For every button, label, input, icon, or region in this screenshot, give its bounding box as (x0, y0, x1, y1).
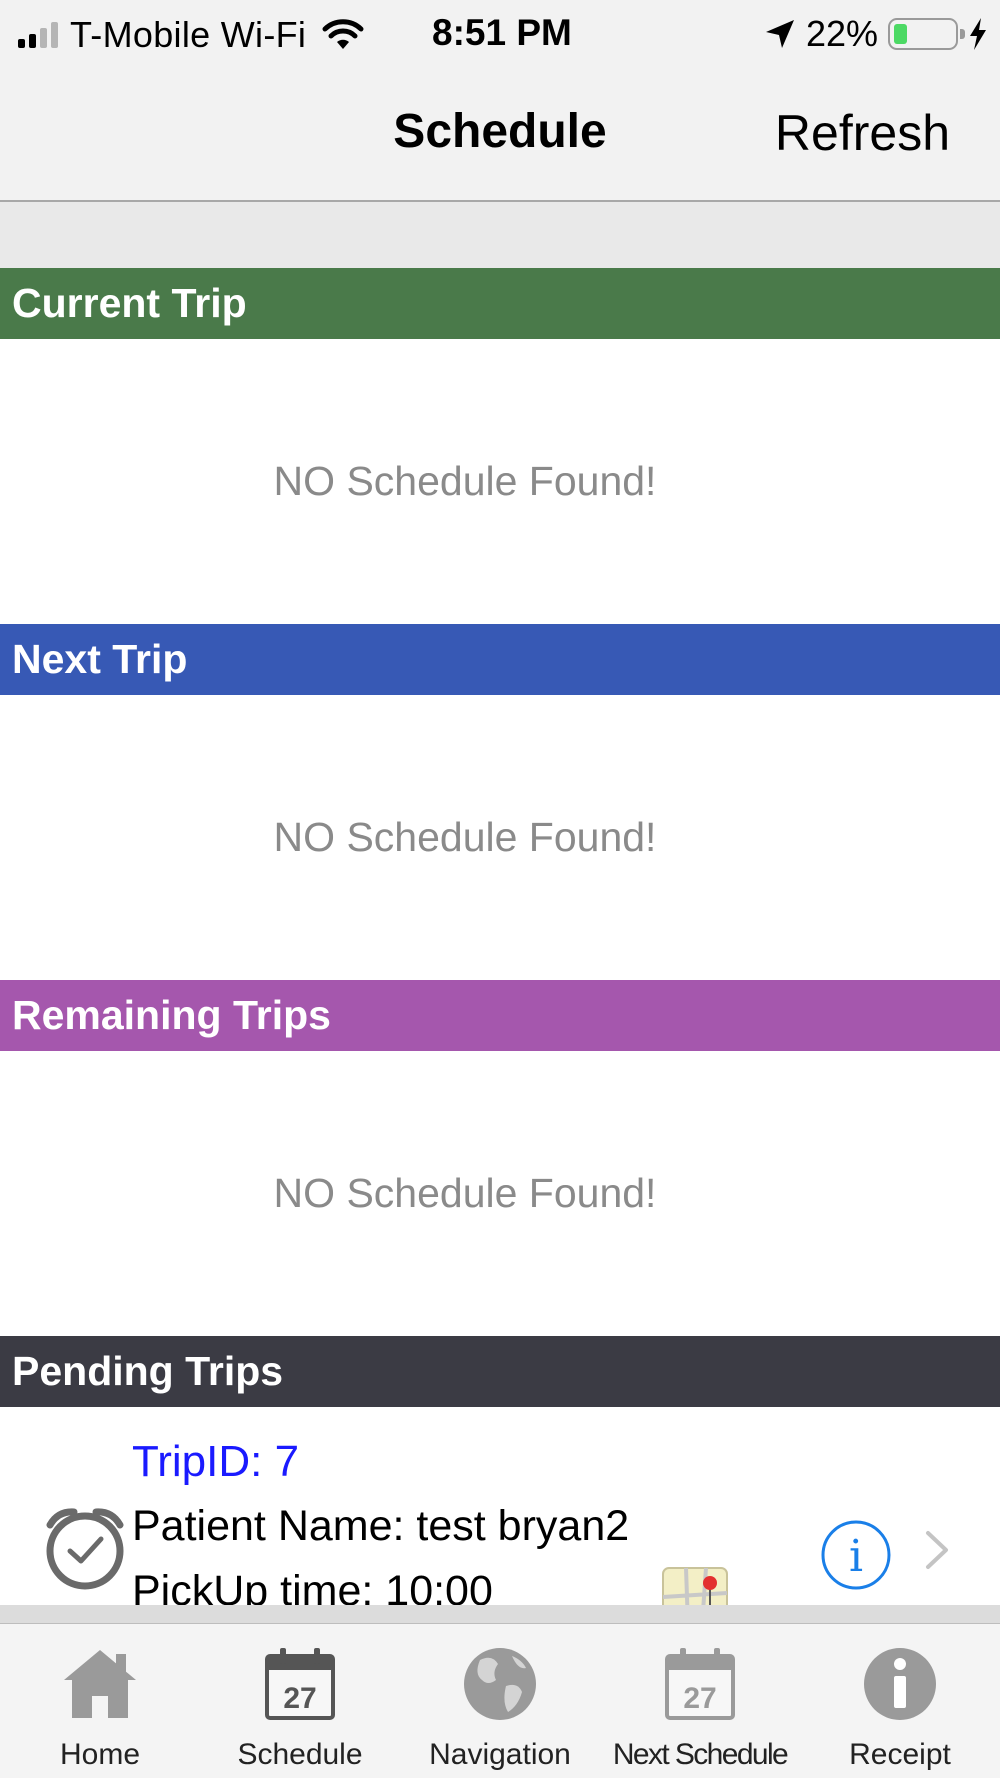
status-left: T-Mobile Wi-Fi (18, 14, 364, 56)
next-trip-header: Next Trip (0, 624, 1000, 695)
refresh-button[interactable]: Refresh (775, 104, 950, 162)
home-icon (64, 1650, 136, 1718)
pending-trip-row[interactable]: TripID: 7 Patient Name: test bryan2 Pick… (0, 1407, 1000, 1605)
calendar-day-number: 27 (283, 1682, 316, 1715)
tab-bar: Home 27 Schedule Navigation 27 Next Sche… (0, 1623, 1000, 1778)
trip-info-button[interactable]: i (820, 1519, 892, 1591)
calendar-icon: 27 (265, 1648, 335, 1720)
svg-text:i: i (849, 1531, 863, 1582)
alarm-clock-icon (46, 1508, 124, 1590)
tab-label-receipt: Receipt (849, 1738, 951, 1771)
battery-percent: 22% (805, 13, 878, 54)
tab-navigation[interactable]: Navigation (400, 1624, 600, 1779)
location-arrow-icon (765, 20, 794, 48)
next-trip-empty-message: NO Schedule Found! (273, 814, 657, 860)
info-icon (864, 1648, 936, 1720)
status-bar: T-Mobile Wi-Fi 8:51 PM 22% (0, 0, 1000, 70)
tab-home[interactable]: Home (0, 1624, 200, 1779)
patient-name: Patient Name: test bryan2 (132, 1502, 630, 1550)
remaining-trips-header: Remaining Trips (0, 980, 1000, 1051)
pending-trips-header: Pending Trips (0, 1336, 1000, 1407)
map-pin-icon[interactable] (662, 1567, 728, 1605)
tab-next-schedule[interactable]: 27 Next Schedule (600, 1624, 800, 1779)
carrier-name: T-Mobile Wi-Fi (70, 14, 307, 55)
trip-id: TripID: 7 (132, 1437, 300, 1486)
cellular-signal-icon (18, 22, 58, 48)
battery-level-fill (894, 24, 907, 44)
list-bottom-divider (0, 1605, 1000, 1623)
charging-bolt-icon (970, 18, 986, 50)
tab-label-next-schedule: Next Schedule (612, 1738, 789, 1771)
tab-label-schedule: Schedule (237, 1738, 363, 1771)
chevron-right-icon[interactable] (924, 1529, 950, 1571)
header-spacer (0, 202, 1000, 268)
calendar-icon: 27 (665, 1648, 735, 1720)
tab-receipt[interactable]: Receipt (800, 1624, 1000, 1779)
pickup-time: PickUp time: 10:00 (132, 1567, 493, 1605)
globe-icon (464, 1648, 536, 1720)
remaining-trips-empty-message: NO Schedule Found! (273, 1170, 657, 1216)
status-time: 8:51 PM (432, 12, 572, 53)
battery-icon (888, 18, 965, 50)
tab-schedule[interactable]: 27 Schedule (200, 1624, 400, 1779)
wifi-icon (322, 19, 364, 49)
current-trip-header: Current Trip (0, 268, 1000, 339)
navigation-bar: Schedule Refresh (0, 70, 1000, 202)
tab-label-navigation: Navigation (429, 1738, 571, 1771)
calendar-day-number: 27 (683, 1682, 716, 1715)
tab-label-home: Home (59, 1738, 141, 1771)
status-right: 22% (764, 12, 988, 56)
current-trip-empty-message: NO Schedule Found! (273, 458, 657, 504)
